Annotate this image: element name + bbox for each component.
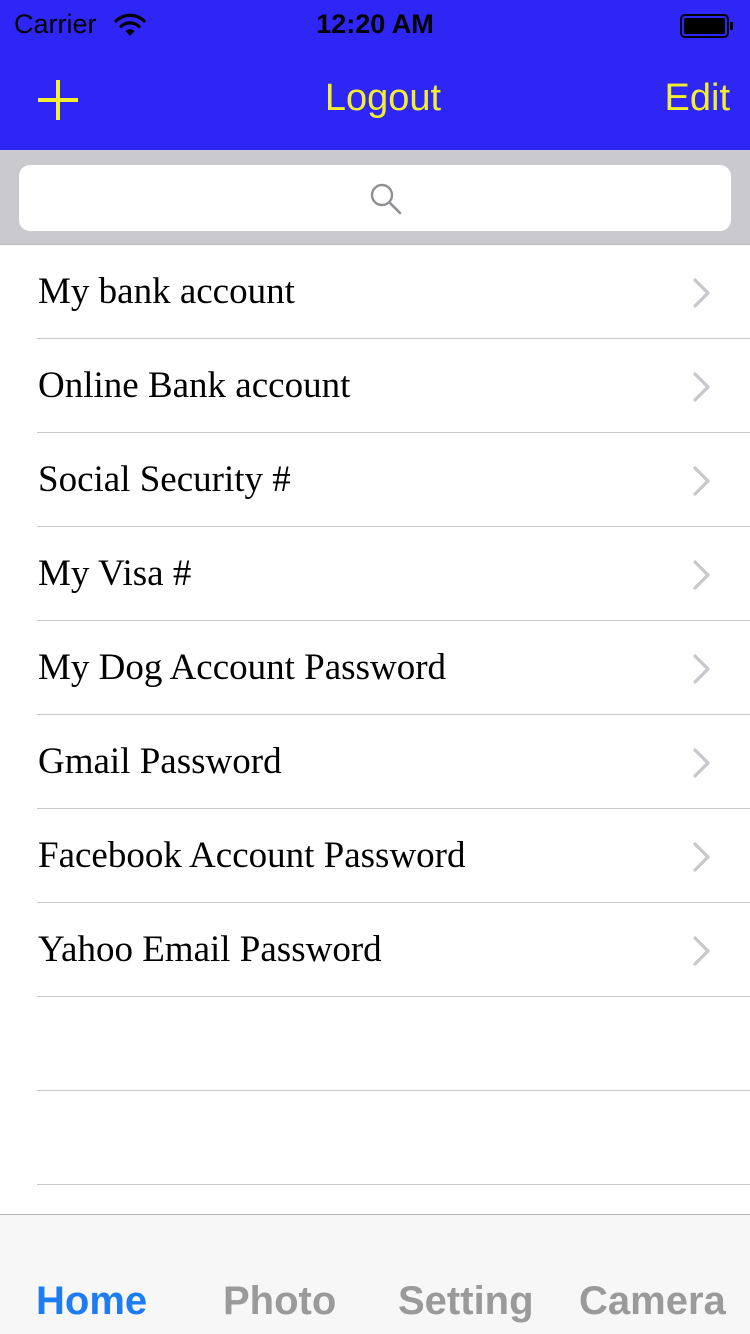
edit-button[interactable]: Edit: [665, 77, 730, 120]
entries-list: My bank account Online Bank account Soci…: [0, 245, 750, 1185]
chevron-right-icon: [693, 654, 710, 684]
list-item[interactable]: Facebook Account Password: [0, 809, 750, 903]
battery-icon: [680, 14, 733, 38]
list-item-label: My Dog Account Password: [38, 647, 447, 688]
list-item[interactable]: My bank account: [0, 245, 750, 339]
row-divider: [37, 1184, 750, 1185]
tab-home[interactable]: Home: [36, 1279, 147, 1324]
tab-bar: Home Photo Setting Camera: [0, 1214, 750, 1334]
tab-photo[interactable]: Photo: [223, 1279, 336, 1324]
chevron-right-icon: [693, 748, 710, 778]
list-item-label: Yahoo Email Password: [38, 929, 382, 970]
list-item-label: Gmail Password: [38, 741, 282, 782]
chevron-right-icon: [693, 842, 710, 872]
empty-row: [0, 1091, 750, 1185]
list-item[interactable]: Yahoo Email Password: [0, 903, 750, 997]
logout-button[interactable]: Logout: [0, 77, 750, 120]
list-item-label: Social Security #: [38, 459, 291, 500]
list-item-label: My bank account: [38, 271, 295, 312]
list-item-label: Online Bank account: [38, 365, 351, 406]
chevron-right-icon: [693, 466, 710, 496]
tab-setting[interactable]: Setting: [398, 1279, 534, 1324]
list-item[interactable]: Online Bank account: [0, 339, 750, 433]
list-item[interactable]: Gmail Password: [0, 715, 750, 809]
tab-camera[interactable]: Camera: [579, 1279, 726, 1324]
chevron-right-icon: [693, 278, 710, 308]
empty-row: [0, 997, 750, 1091]
list-item[interactable]: My Visa #: [0, 527, 750, 621]
list-item[interactable]: My Dog Account Password: [0, 621, 750, 715]
chevron-right-icon: [693, 936, 710, 966]
search-input[interactable]: [19, 165, 731, 231]
search-bar: [0, 150, 750, 245]
chevron-right-icon: [693, 372, 710, 402]
status-bar: Carrier 12:20 AM: [0, 0, 750, 50]
list-item[interactable]: Social Security #: [0, 433, 750, 527]
list-item-label: My Visa #: [38, 553, 192, 594]
status-time: 12:20 AM: [316, 9, 434, 39]
top-bar: Carrier 12:20 AM Logout Edit: [0, 0, 750, 150]
search-field: [19, 165, 731, 231]
chevron-right-icon: [693, 560, 710, 590]
navigation-bar: Logout Edit: [0, 50, 750, 150]
list-item-label: Facebook Account Password: [38, 835, 466, 876]
